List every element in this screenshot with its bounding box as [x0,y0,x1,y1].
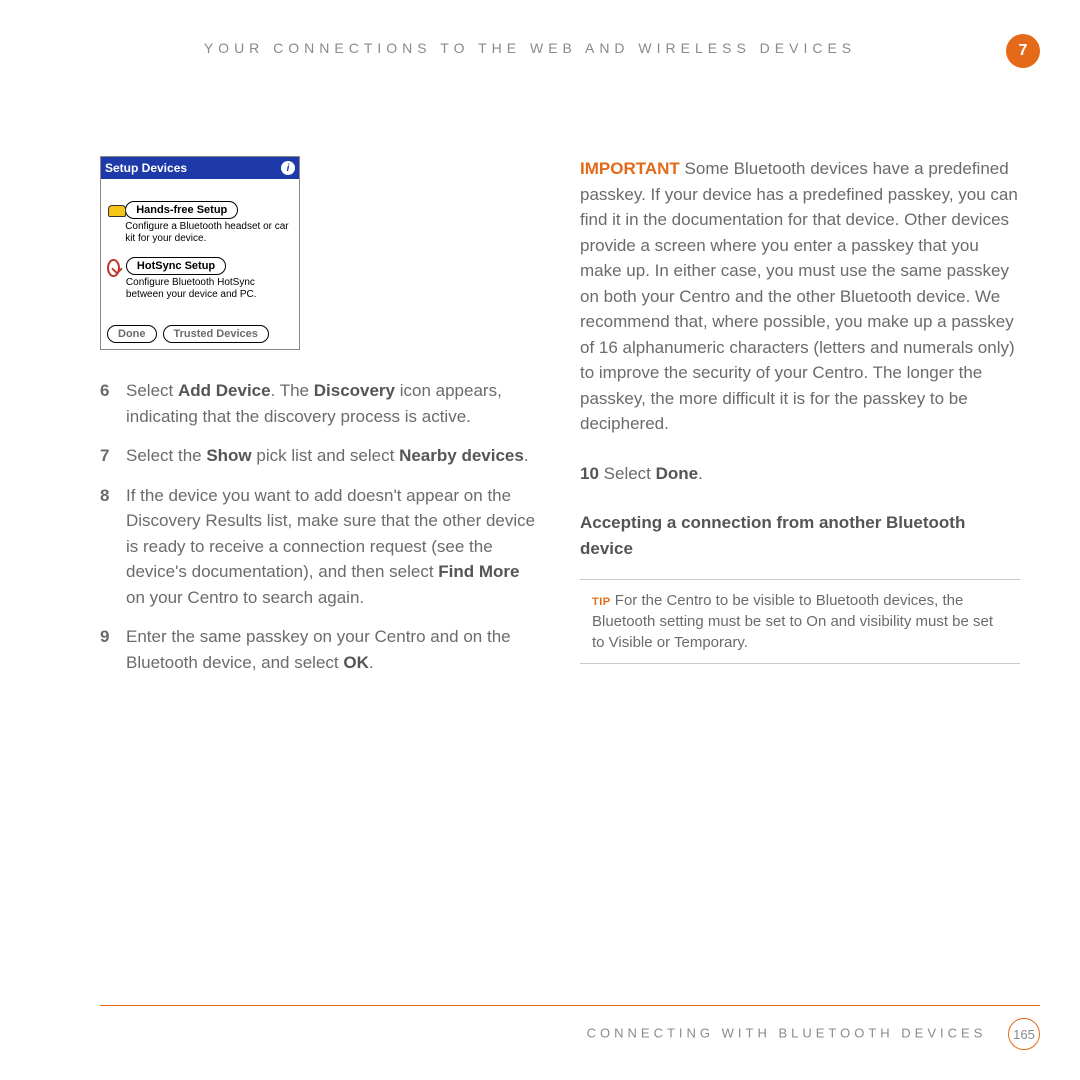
footer-text: CONNECTING WITH BLUETOOTH DEVICES [587,1025,987,1040]
tip-box: TIP For the Centro to be visible to Blue… [580,579,1020,664]
step-6: 6 Select Add Device. The Discovery icon … [100,378,540,429]
important-paragraph: IMPORTANT Some Bluetooth devices have a … [580,156,1020,437]
screenshot-titlebar: Setup Devices i [101,157,299,179]
car-icon [107,203,119,219]
step-number: 7 [100,443,114,469]
hotsync-icon [107,259,120,277]
step-number: 6 [100,378,114,429]
hotsync-desc: Configure Bluetooth HotSync between your… [126,277,293,301]
step-number: 10 [580,464,599,483]
step-number: 8 [100,483,114,611]
section-subheading: Accepting a connection from another Blue… [580,510,1020,561]
page-footer: CONNECTING WITH BLUETOOTH DEVICES 165 [100,1005,1040,1050]
important-label: IMPORTANT [580,159,680,178]
tip-label: TIP [592,596,611,608]
step-10: 10 Select Done. [580,461,1020,487]
step-9: 9 Enter the same passkey on your Centro … [100,624,540,675]
step-7: 7 Select the Show pick list and select N… [100,443,540,469]
page-number: 165 [1008,1018,1040,1050]
right-column: IMPORTANT Some Bluetooth devices have a … [580,156,1020,689]
device-screenshot: Setup Devices i Hands-free Setup Configu… [100,156,300,350]
step-number: 9 [100,624,114,675]
chapter-number-badge: 7 [1006,34,1040,68]
screenshot-title: Setup Devices [105,159,187,177]
info-icon[interactable]: i [281,161,295,175]
hands-free-desc: Configure a Bluetooth headset or car kit… [125,221,293,245]
done-button[interactable]: Done [107,325,157,343]
step-8: 8 If the device you want to add doesn't … [100,483,540,611]
hands-free-setup-button[interactable]: Hands-free Setup [125,201,238,219]
trusted-devices-button[interactable]: Trusted Devices [163,325,269,343]
left-column: Setup Devices i Hands-free Setup Configu… [100,156,540,689]
tip-text: For the Centro to be visible to Bluetoot… [592,592,993,651]
running-header: YOUR CONNECTIONS TO THE WEB AND WIRELESS… [100,40,1020,56]
hotsync-setup-button[interactable]: HotSync Setup [126,257,226,275]
